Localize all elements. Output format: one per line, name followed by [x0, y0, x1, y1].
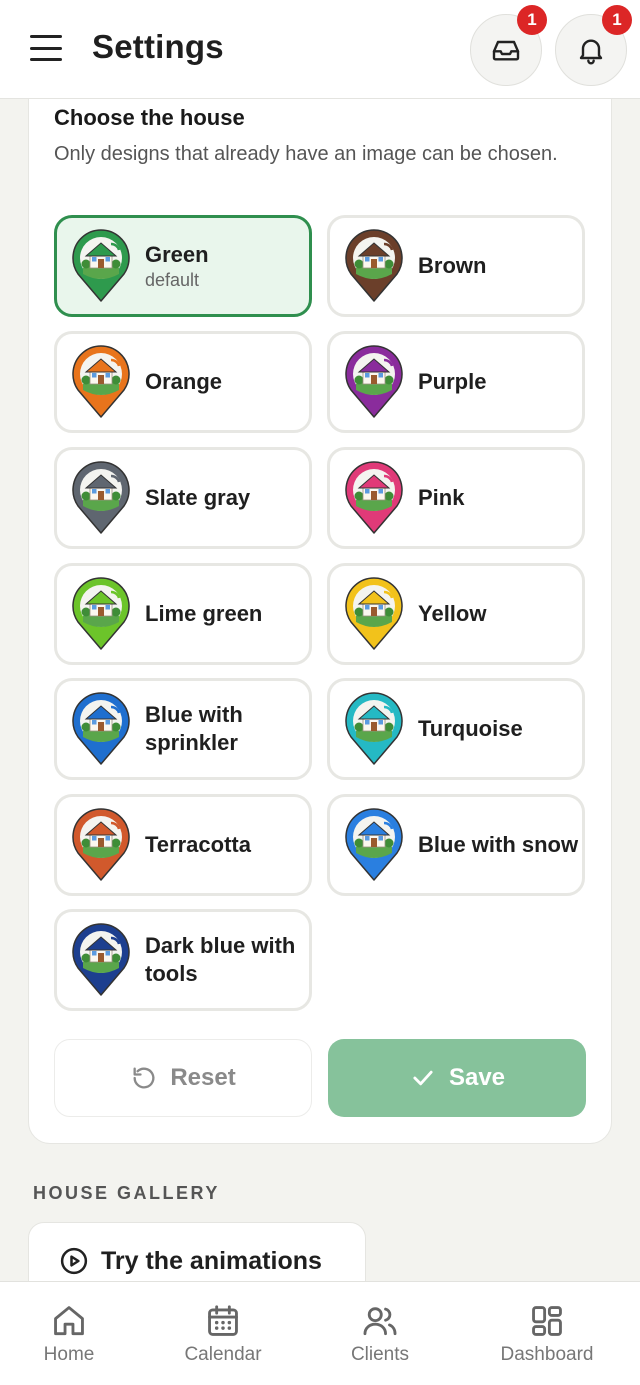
section-description: Only designs that already have an image …	[54, 143, 558, 165]
nav-calendar-label: Calendar	[184, 1344, 262, 1365]
house-pin-icon	[72, 923, 130, 996]
house-option[interactable]: Pink	[327, 447, 585, 549]
house-option[interactable]: Brown	[327, 215, 585, 317]
house-pin-icon	[345, 345, 403, 418]
nav-home-label: Home	[43, 1344, 95, 1365]
house-option[interactable]: Blue with sprinkler	[54, 678, 312, 780]
house-option-text: Lime green	[145, 600, 262, 628]
house-option-name: Dark blue with tools	[145, 933, 296, 986]
house-pin-icon	[345, 461, 403, 534]
house-option-name: Brown	[418, 253, 487, 278]
house-option-text: Blue with sprinkler	[145, 701, 309, 757]
house-option[interactable]: Blue with snow	[327, 794, 585, 896]
house-option-name: Lime green	[145, 601, 263, 626]
notifications-button[interactable]: 1	[555, 5, 632, 86]
page-title: Settings	[92, 28, 224, 65]
gallery-title: HOUSE GALLERY	[33, 1183, 220, 1203]
house-option[interactable]: Purple	[327, 331, 585, 433]
calendar-icon	[208, 1305, 238, 1336]
section-title: Choose the house	[54, 105, 245, 130]
house-option[interactable]: Orange	[54, 331, 312, 433]
inbox-icon	[492, 40, 520, 61]
house-option-name: Blue with sprinkler	[145, 702, 243, 755]
house-pin-icon	[345, 808, 403, 881]
house-option-text: Green default	[145, 241, 209, 291]
house-option[interactable]: Green default	[54, 215, 312, 317]
house-option-text: Slate gray	[145, 484, 250, 512]
house-option-name: Turquoise	[418, 716, 523, 741]
try-animations-label: Try the animations	[101, 1246, 322, 1275]
house-option-text: Pink	[418, 484, 464, 512]
house-option-text: Purple	[418, 368, 486, 396]
house-option-text: Turquoise	[418, 715, 523, 743]
house-pin-icon	[345, 577, 403, 650]
users-icon	[363, 1307, 397, 1336]
nav-calendar[interactable]: Calendar	[178, 1302, 268, 1366]
inbox-badge: 1	[517, 5, 547, 35]
house-option-text: Terracotta	[145, 831, 251, 859]
house-pin-icon	[72, 808, 130, 881]
house-pin-icon	[72, 461, 130, 534]
top-bar: Settings 1 1	[0, 0, 640, 99]
reset-icon	[133, 1067, 155, 1089]
house-option-name: Blue with snow	[418, 832, 579, 857]
house-option[interactable]: Turquoise	[327, 678, 585, 780]
house-option-name: Orange	[145, 369, 223, 394]
menu-icon[interactable]	[28, 32, 64, 64]
nav-home[interactable]: Home	[40, 1302, 98, 1366]
house-pin-icon	[345, 692, 403, 765]
play-circle-icon	[60, 1247, 88, 1275]
reset-label: Reset	[170, 1064, 236, 1091]
house-pin-icon	[72, 229, 130, 302]
house-option[interactable]: Lime green	[54, 563, 312, 665]
house-option-default-label: default	[145, 270, 200, 290]
inbox-button[interactable]: 1	[470, 5, 547, 86]
house-option-text: Brown	[418, 252, 486, 280]
nav-clients[interactable]: Clients	[345, 1302, 415, 1366]
notifications-badge: 1	[602, 5, 632, 35]
dashboard-icon	[532, 1306, 562, 1336]
house-option-text: Blue with snow	[418, 831, 578, 859]
house-option[interactable]: Dark blue with tools	[54, 909, 312, 1011]
house-pin-icon	[345, 229, 403, 302]
house-option[interactable]: Yellow	[327, 563, 585, 665]
house-option-text: Yellow	[418, 600, 486, 628]
save-button[interactable]: Save	[328, 1039, 586, 1117]
nav-clients-label: Clients	[350, 1344, 410, 1365]
house-option-name: Yellow	[418, 601, 487, 626]
house-option-name: Green	[145, 242, 209, 267]
house-pin-icon	[72, 692, 130, 765]
save-label: Save	[448, 1064, 506, 1091]
nav-dashboard[interactable]: Dashboard	[494, 1302, 600, 1366]
house-option-text: Dark blue with tools	[145, 932, 309, 988]
house-option-text: Orange	[145, 368, 222, 396]
house-option-name: Pink	[418, 485, 465, 510]
bottom-navigation: Home Calendar Clients Dashboard	[0, 1281, 640, 1385]
check-icon	[413, 1070, 433, 1086]
house-pin-icon	[72, 577, 130, 650]
home-icon	[54, 1306, 84, 1336]
nav-dashboard-label: Dashboard	[500, 1344, 594, 1365]
house-option-name: Purple	[418, 369, 487, 394]
house-option-name: Terracotta	[145, 832, 251, 857]
bell-icon	[579, 39, 603, 65]
house-pin-icon	[72, 345, 130, 418]
reset-button[interactable]: Reset	[54, 1039, 312, 1117]
house-option[interactable]: Terracotta	[54, 794, 312, 896]
house-option-name: Slate gray	[145, 485, 251, 510]
house-option[interactable]: Slate gray	[54, 447, 312, 549]
